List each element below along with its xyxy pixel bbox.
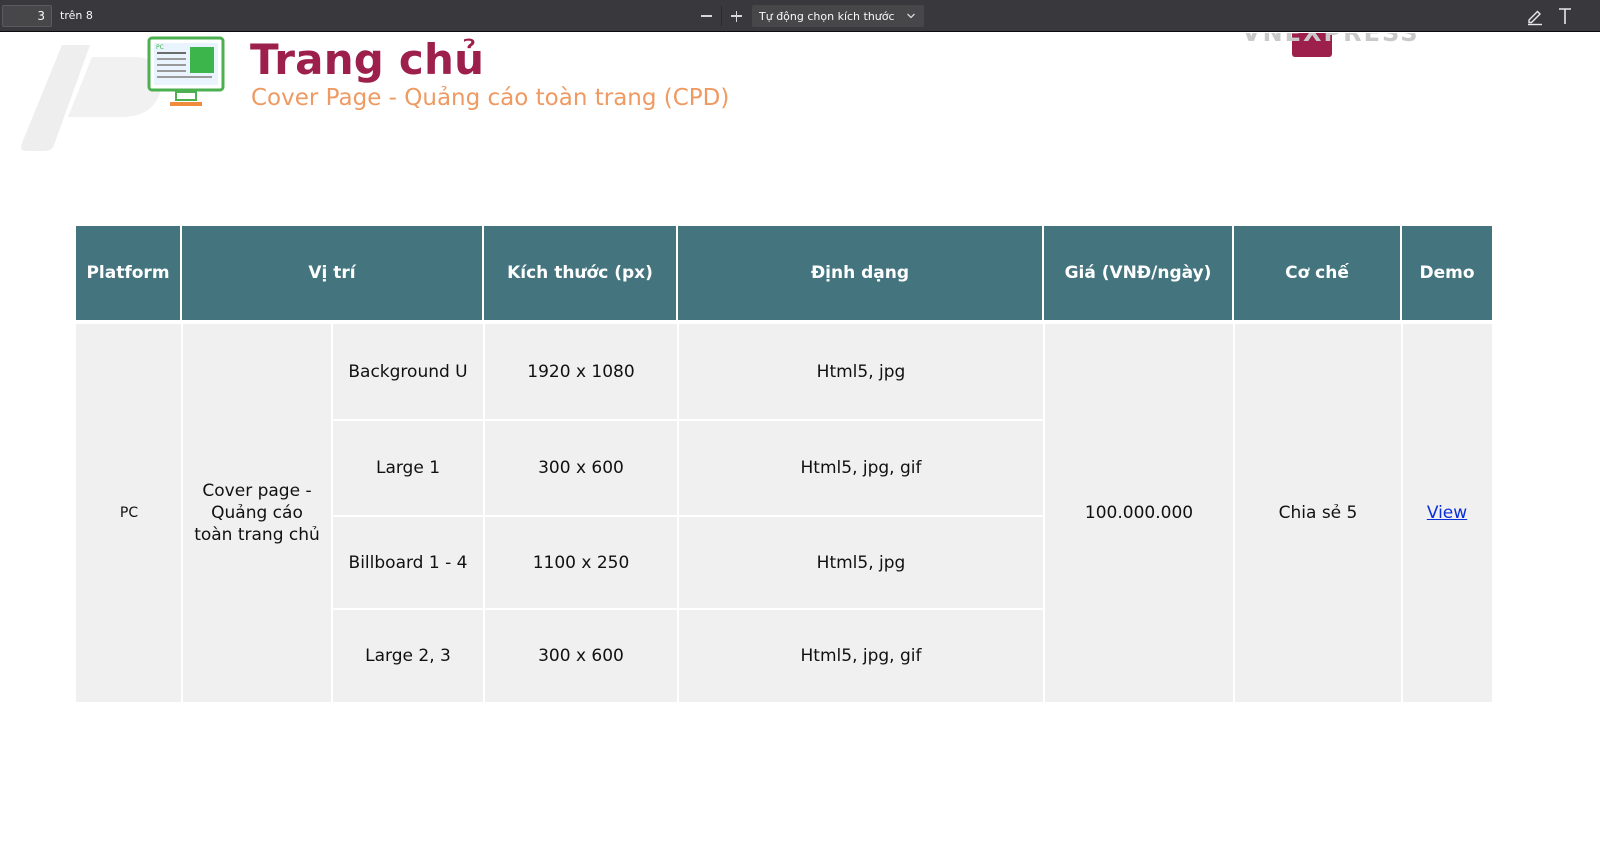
table-row-3-position: Billboard 1 - 4	[332, 516, 484, 609]
pricing-table: Platform Vị trí Kích thước (px) Định dạn…	[76, 226, 1492, 702]
zoom-in-button[interactable]	[723, 4, 749, 28]
page-title: Trang chủ	[250, 35, 485, 84]
position-group-cell: Cover page - Quảng cáo toàn trang chủ	[182, 324, 332, 702]
grid-line	[332, 419, 1044, 421]
page-count-label: trên 8	[60, 9, 93, 22]
table-row-1-position: Background U	[332, 324, 484, 420]
monitor-badge: PC	[156, 44, 164, 51]
header-platform: Platform	[76, 226, 182, 320]
grid-line	[677, 324, 679, 702]
pdf-page: PC Trang chủ Cover Page - Quảng cáo toàn…	[0, 33, 1600, 860]
grid-line	[1401, 324, 1403, 702]
grid-line	[483, 324, 485, 702]
table-row-3-format: Html5, jpg	[678, 516, 1044, 609]
grid-line	[332, 515, 1044, 517]
header-size: Kích thước (px)	[484, 226, 678, 320]
table-row-2-size: 300 x 600	[484, 420, 678, 516]
desktop-monitor-icon: PC	[147, 36, 225, 106]
page-number-input[interactable]	[2, 5, 52, 27]
header-format: Định dạng	[678, 226, 1044, 320]
table-row-3-size: 1100 x 250	[484, 516, 678, 609]
pdf-toolbar: trên 8 Tự động chọn kích thước	[0, 0, 1600, 32]
platform-cell: PC	[76, 324, 182, 702]
price-cell: 100.000.000	[1044, 324, 1234, 702]
vnexpress-logo: VNEXPRESS	[1242, 33, 1420, 57]
grid-line	[331, 320, 333, 702]
header-position: Vị trí	[182, 226, 484, 320]
table-row-4-size: 300 x 600	[484, 609, 678, 702]
grid-line	[1043, 324, 1045, 702]
text-tool-icon[interactable]	[1556, 6, 1576, 26]
chevron-down-icon	[907, 13, 915, 19]
table-row-1-size: 1920 x 1080	[484, 324, 678, 420]
toolbar-separator	[721, 6, 722, 26]
page-subtitle: Cover Page - Quảng cáo toàn trang (CPD)	[251, 85, 730, 111]
header-price: Giá (VNĐ/ngày)	[1044, 226, 1234, 320]
demo-cell: View	[1402, 324, 1492, 702]
table-row-2-position: Large 1	[332, 420, 484, 516]
table-row-2-format: Html5, jpg, gif	[678, 420, 1044, 516]
mechanism-cell: Chia sẻ 5	[1234, 324, 1402, 702]
table-row-1-format: Html5, jpg	[678, 324, 1044, 420]
table-row-4-format: Html5, jpg, gif	[678, 609, 1044, 702]
table-row-4-position: Large 2, 3	[332, 609, 484, 702]
header-mechanism: Cơ chế	[1234, 226, 1402, 320]
demo-view-link[interactable]: View	[1427, 502, 1467, 524]
grid-line	[181, 324, 183, 702]
brand-text: VNEXPRESS	[1242, 33, 1420, 47]
header-demo: Demo	[1402, 226, 1492, 320]
grid-line	[1233, 324, 1235, 702]
zoom-scale-value: Tự động chọn kích thước	[759, 10, 895, 23]
zoom-scale-select[interactable]: Tự động chọn kích thước	[752, 5, 924, 27]
grid-line	[332, 608, 1044, 610]
pencil-icon[interactable]	[1525, 6, 1545, 26]
zoom-out-button[interactable]	[693, 4, 719, 28]
